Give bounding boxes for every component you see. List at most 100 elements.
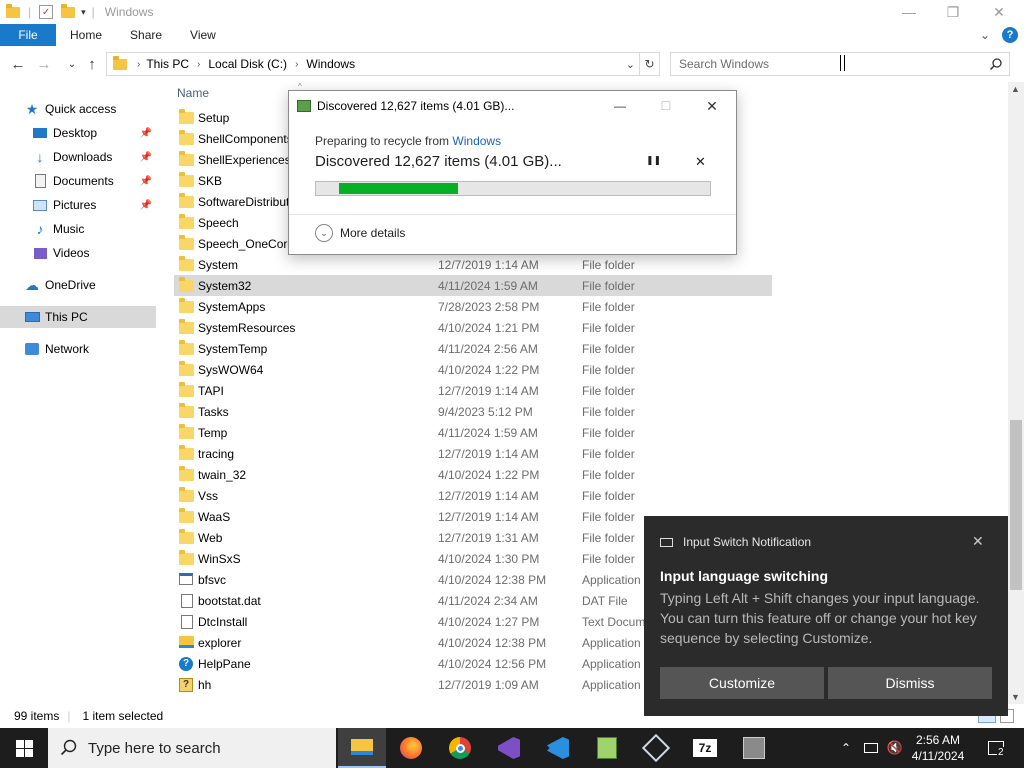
recent-locations-button[interactable]: ⌄: [62, 54, 82, 74]
cancel-button[interactable]: ✕: [695, 154, 706, 170]
tab-view[interactable]: View: [176, 24, 230, 46]
pin-icon[interactable]: 📌: [140, 200, 152, 211]
chevron-right-icon[interactable]: ›: [197, 59, 200, 70]
nav-item-desktop[interactable]: Desktop 📌: [0, 122, 156, 144]
search-icon: [989, 58, 1002, 71]
download-icon: ↓: [36, 149, 44, 165]
tab-file[interactable]: File: [0, 24, 56, 46]
forward-button[interactable]: →: [34, 54, 54, 74]
file-row[interactable]: Vss 12/7/2019 1:14 AM File folder: [174, 485, 772, 506]
taskbar-search-box[interactable]: Type here to search: [48, 728, 336, 768]
taskbar-file-explorer[interactable]: [338, 728, 386, 768]
keyboard-icon: [660, 537, 673, 547]
address-dropdown-icon[interactable]: ⌄: [626, 58, 635, 71]
quick-access-dropdown-icon[interactable]: ▾: [81, 7, 86, 18]
file-row[interactable]: System32 4/11/2024 1:59 AM File folder: [174, 275, 772, 296]
nav-item-videos[interactable]: Videos: [0, 242, 156, 264]
network-tray-icon[interactable]: [860, 728, 882, 768]
expand-ribbon-icon[interactable]: ⌄: [980, 28, 990, 42]
close-button[interactable]: ✕: [976, 0, 1022, 24]
pin-icon[interactable]: 📌: [140, 176, 152, 187]
file-row[interactable]: SystemTemp 4/11/2024 2:56 AM File folder: [174, 338, 772, 359]
dismiss-button[interactable]: Dismiss: [828, 667, 992, 699]
nav-item-label: Network: [45, 342, 90, 356]
taskbar-vscode[interactable]: [534, 728, 582, 768]
source-folder-link[interactable]: Windows: [452, 134, 501, 148]
taskbar-clock[interactable]: 2:56 AM 4/11/2024: [906, 732, 970, 764]
show-hidden-icons-button[interactable]: ⌃: [836, 728, 856, 768]
taskbar-3d-viewer[interactable]: [632, 728, 680, 768]
nav-item-network[interactable]: Network: [0, 338, 156, 360]
nav-item-pictures[interactable]: Pictures 📌: [0, 194, 156, 216]
tab-home[interactable]: Home: [56, 24, 116, 46]
taskbar-visual-studio[interactable]: [485, 728, 533, 768]
file-row[interactable]: Tasks 9/4/2023 5:12 PM File folder: [174, 401, 772, 422]
minimize-button[interactable]: —: [886, 0, 932, 24]
nav-item-quick-access[interactable]: ★ Quick access: [0, 98, 156, 120]
chevron-right-icon[interactable]: ›: [295, 59, 298, 70]
pin-icon[interactable]: 📌: [140, 152, 152, 163]
start-button[interactable]: [0, 728, 48, 768]
separator: |: [28, 5, 32, 19]
document-icon: [179, 593, 195, 608]
file-row[interactable]: Temp 4/11/2024 1:59 AM File folder: [174, 422, 772, 443]
new-folder-icon[interactable]: [61, 3, 76, 18]
taskbar-tool[interactable]: [730, 728, 778, 768]
file-name: SKB: [198, 173, 223, 188]
folder-icon: [179, 150, 195, 167]
nav-item-downloads[interactable]: ↓ Downloads 📌: [0, 146, 156, 168]
toast-close-button[interactable]: ✕: [972, 533, 984, 550]
taskbar-7zip[interactable]: 7z: [681, 728, 729, 768]
vertical-scrollbar[interactable]: ▲ ▼: [1008, 82, 1024, 704]
file-type: File folder: [582, 404, 635, 419]
volume-muted-icon[interactable]: 🔇: [884, 728, 906, 768]
dialog-maximize-button[interactable]: ☐: [651, 96, 681, 116]
tab-share[interactable]: Share: [116, 24, 176, 46]
folder-icon: [179, 213, 195, 230]
file-row[interactable]: twain_32 4/10/2024 1:22 PM File folder: [174, 464, 772, 485]
file-row[interactable]: SystemApps 7/28/2023 2:58 PM File folder: [174, 296, 772, 317]
help-icon[interactable]: ?: [1002, 27, 1018, 43]
action-center-button[interactable]: 2: [980, 728, 1012, 768]
properties-icon[interactable]: ✓: [39, 5, 54, 19]
file-row[interactable]: SystemResources 4/10/2024 1:21 PM File fol…: [174, 317, 772, 338]
file-row[interactable]: TAPI 12/7/2019 1:14 AM File folder: [174, 380, 772, 401]
nav-item-music[interactable]: ♪ Music: [0, 218, 156, 240]
taskbar-search-placeholder: Type here to search: [88, 739, 221, 757]
address-bar[interactable]: › This PC › Local Disk (C:) › Windows ⌄: [106, 52, 640, 76]
taskbar-firefox[interactable]: [387, 728, 435, 768]
scroll-down-arrow-icon[interactable]: ▼: [1011, 692, 1020, 702]
folder-icon: [113, 55, 127, 70]
breadcrumb-local-disk[interactable]: Local Disk (C:): [208, 57, 287, 71]
file-row[interactable]: tracing 12/7/2019 1:14 AM File folder: [174, 443, 772, 464]
taskbar-notepad-plus-plus[interactable]: [583, 728, 631, 768]
refresh-icon: ↻: [644, 57, 655, 71]
back-button[interactable]: ←: [8, 54, 28, 74]
taskbar-chrome[interactable]: [436, 728, 484, 768]
breadcrumb-this-pc[interactable]: This PC: [146, 57, 189, 71]
column-header-name[interactable]: Name: [177, 86, 209, 104]
maximize-button[interactable]: ❐: [930, 0, 976, 24]
dialog-close-button[interactable]: ✕: [697, 96, 727, 116]
nav-item-documents[interactable]: Documents 📌: [0, 170, 156, 192]
cancel-icon: ✕: [695, 154, 706, 169]
breadcrumb-windows[interactable]: Windows: [306, 57, 355, 71]
refresh-button[interactable]: ↻: [640, 52, 660, 76]
clock-time: 2:56 AM: [915, 733, 961, 747]
file-date-modified: 4/10/2024 1:22 PM: [438, 362, 540, 377]
chevron-up-icon: ⌃: [840, 741, 852, 755]
pictures-icon: [32, 197, 48, 213]
up-button[interactable]: ↑: [82, 54, 102, 74]
customize-button[interactable]: Customize: [660, 667, 824, 699]
file-row[interactable]: System 12/7/2019 1:14 AM File folder: [174, 254, 772, 275]
nav-item-this-pc[interactable]: This PC: [0, 306, 156, 328]
scrollbar-thumb[interactable]: [1010, 420, 1022, 590]
dialog-minimize-button[interactable]: —: [605, 96, 635, 116]
minimize-icon: —: [614, 99, 626, 113]
more-details-toggle[interactable]: ⌄ More details: [315, 224, 405, 242]
pause-button[interactable]: ❚❚: [646, 155, 661, 166]
scroll-up-arrow-icon[interactable]: ▲: [1011, 84, 1020, 94]
file-row[interactable]: SysWOW64 4/10/2024 1:22 PM File folder: [174, 359, 772, 380]
nav-item-onedrive[interactable]: ☁ OneDrive: [0, 274, 156, 296]
pin-icon[interactable]: 📌: [140, 128, 152, 139]
